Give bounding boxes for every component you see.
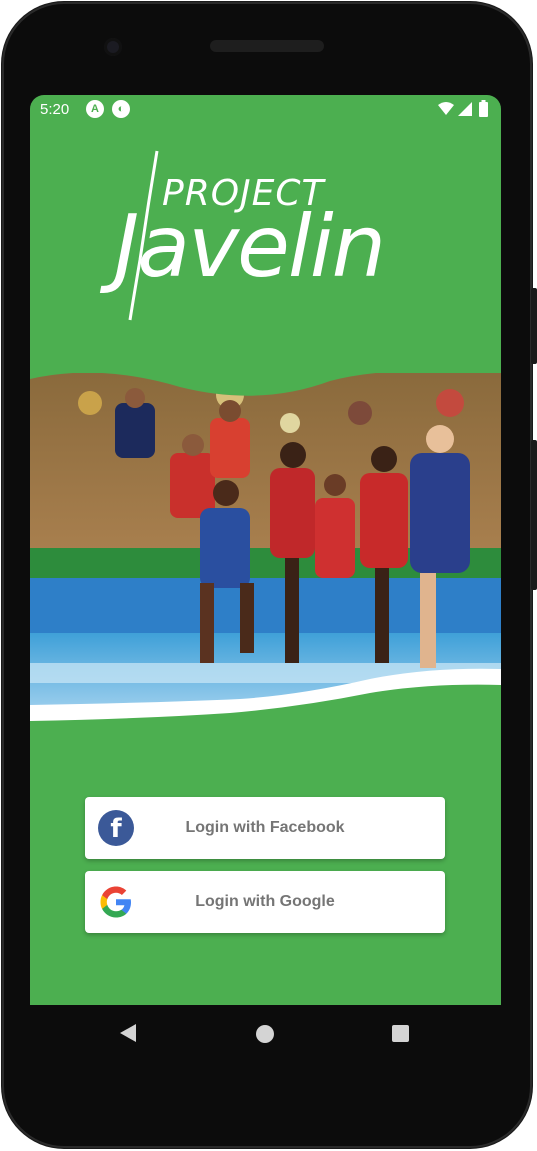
- app-screen: 5:20 A ◐ PROJECT Javelin f Login with Fa…: [30, 95, 501, 1005]
- volume-button: [531, 440, 537, 590]
- front-camera: [104, 38, 122, 56]
- status-bar: 5:20 A ◐: [30, 95, 501, 123]
- signal-icon: [458, 102, 472, 116]
- login-google-label: Login with Google: [195, 893, 335, 910]
- login-facebook-button[interactable]: f Login with Facebook: [85, 797, 445, 859]
- a-icon: A: [86, 100, 104, 118]
- power-button: [531, 288, 537, 364]
- earpiece-speaker: [210, 40, 324, 52]
- login-google-button[interactable]: Login with Google: [85, 871, 445, 933]
- logo-javelin-text: Javelin: [114, 197, 386, 297]
- half-circle-icon: ◐: [112, 100, 130, 118]
- battery-icon: [479, 100, 488, 117]
- wifi-icon: [438, 102, 454, 115]
- steeplechase-hero-image: [30, 373, 501, 721]
- home-icon[interactable]: [256, 1025, 274, 1043]
- login-facebook-label: Login with Facebook: [185, 819, 345, 836]
- system-nav-bar: [30, 1005, 501, 1061]
- status-time: 5:20: [40, 101, 70, 118]
- recents-icon[interactable]: [392, 1025, 409, 1042]
- project-javelin-logo: PROJECT Javelin: [30, 145, 501, 325]
- back-icon[interactable]: [119, 1023, 137, 1043]
